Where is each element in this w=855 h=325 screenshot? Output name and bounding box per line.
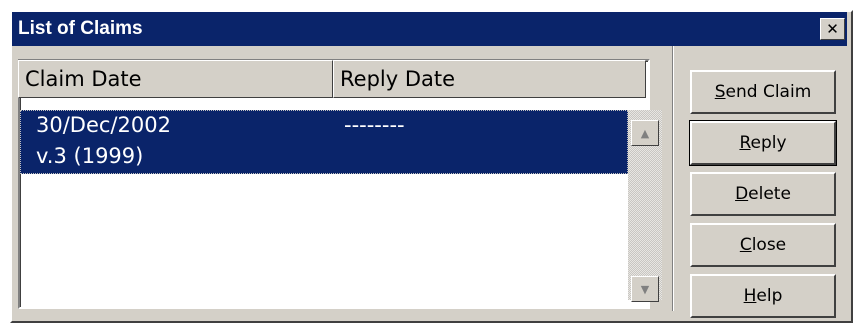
title-bar[interactable]: List of Claims ✕ [12, 12, 847, 46]
reply-button[interactable]: Reply [689, 120, 837, 166]
send-claim-mnemonic: S [714, 82, 726, 102]
scroll-down-arrow-icon: ▼ [640, 282, 650, 296]
close-label-rest: lose [751, 235, 787, 255]
scroll-up-button[interactable]: ▲ [631, 120, 659, 146]
vertical-scrollbar[interactable]: ▲ ▼ [628, 110, 662, 302]
reply-label: Reply [739, 133, 786, 153]
column-header-reply-date-label: Reply Date [340, 67, 456, 91]
close-window-button[interactable]: ✕ [820, 18, 845, 40]
vertical-separator [672, 46, 674, 311]
help-label: Help [744, 286, 783, 306]
help-label-rest: elp [756, 286, 783, 306]
scroll-up-arrow-icon: ▲ [640, 126, 650, 140]
close-icon: ✕ [826, 20, 839, 38]
scroll-down-button[interactable]: ▼ [631, 276, 659, 302]
version-cell: v.3 (1999) [36, 144, 144, 168]
help-button[interactable]: Help [690, 274, 836, 318]
send-claim-label: Send Claim [715, 82, 812, 102]
send-claim-label-rest: end Claim [725, 82, 812, 102]
column-header-claim-date[interactable]: Claim Date [18, 60, 333, 98]
list-item[interactable]: 30/Dec/2002 -------- v.3 (1999) [20, 110, 628, 174]
reply-mnemonic: R [739, 133, 751, 153]
delete-mnemonic: D [735, 184, 749, 204]
window-title: List of Claims [18, 18, 143, 39]
claim-date-cell: 30/Dec/2002 [36, 113, 171, 137]
close-label: Close [740, 235, 786, 255]
delete-label: Delete [735, 184, 791, 204]
delete-button[interactable]: Delete [690, 172, 836, 216]
delete-label-rest: elete [748, 184, 791, 204]
reply-label-rest: eply [750, 133, 787, 153]
close-mnemonic: C [739, 235, 752, 255]
send-claim-button[interactable]: Send Claim [690, 70, 836, 114]
reply-date-cell: -------- [344, 113, 405, 137]
help-mnemonic: H [743, 286, 757, 306]
column-header-claim-date-label: Claim Date [25, 67, 142, 91]
close-button[interactable]: Close [690, 223, 836, 267]
column-header-reply-date[interactable]: Reply Date [333, 60, 646, 98]
